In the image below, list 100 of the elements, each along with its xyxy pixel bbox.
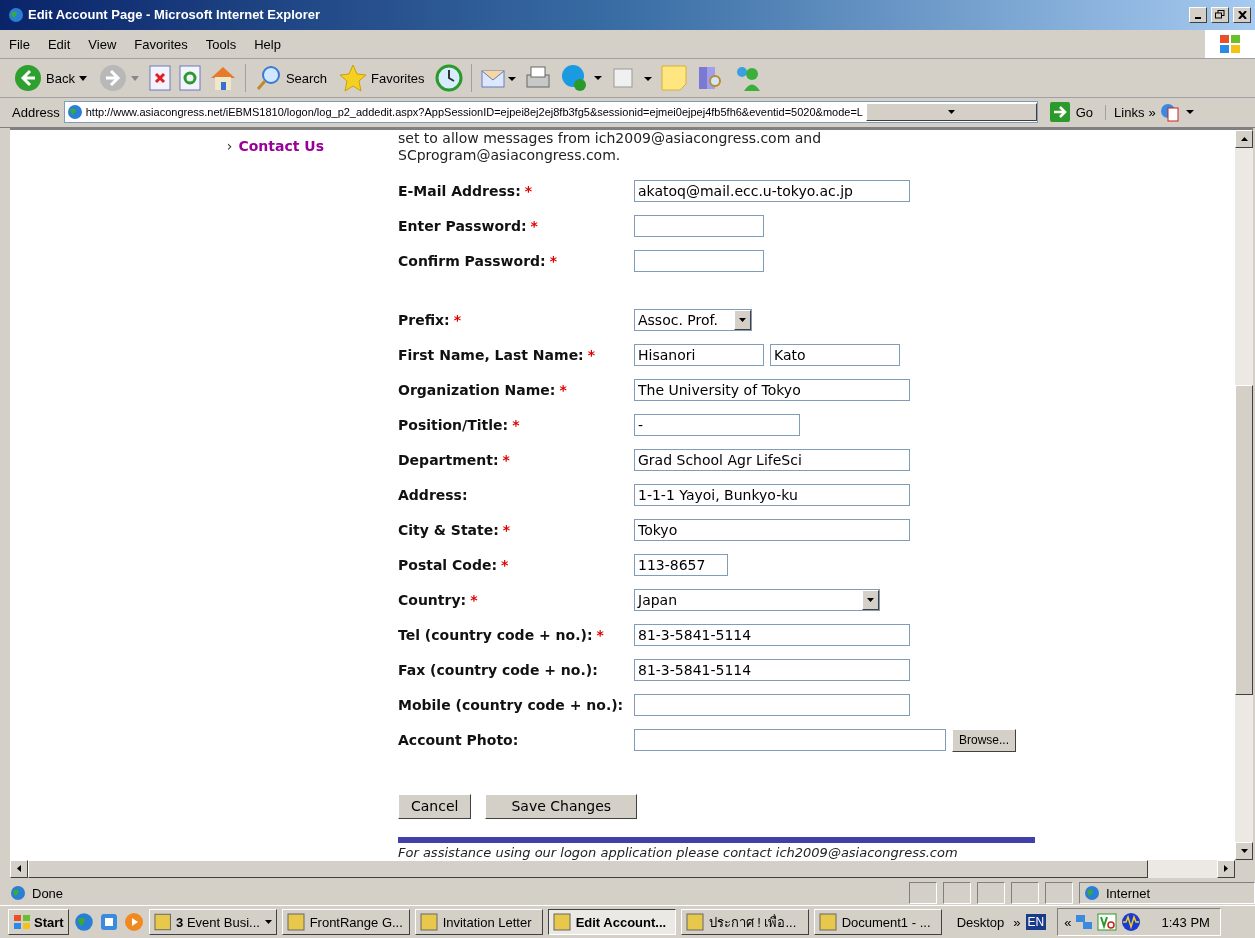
text-field[interactable]: 81-3-5841-5114: [634, 624, 910, 647]
menu-item[interactable]: Help: [245, 36, 290, 52]
text-field[interactable]: Tokyo: [634, 519, 910, 542]
field-label: Organization Name: *: [398, 382, 568, 399]
expand-tray-button[interactable]: «: [1064, 914, 1072, 930]
menu-item[interactable]: File: [0, 36, 39, 52]
text-field[interactable]: The University of Tokyo: [634, 379, 910, 402]
caret-icon: [130, 75, 139, 81]
history-icon[interactable]: [434, 64, 463, 93]
field-label: Department: *: [398, 452, 511, 469]
globe-icon: [1084, 885, 1100, 902]
field-label: City & State: *: [398, 522, 512, 539]
browser-icon: [73, 912, 94, 933]
dropdown-field[interactable]: Assoc. Prof.: [634, 309, 752, 332]
field-label: First Name, Last Name: *: [398, 347, 597, 364]
text-field[interactable]: [634, 694, 910, 717]
text-field[interactable]: -: [634, 414, 800, 437]
field-label: Address:: [398, 487, 469, 504]
search-button[interactable]: Search: [253, 63, 330, 94]
favorites-button[interactable]: Favorites: [337, 62, 427, 95]
window-title: Edit Account Page - Microsoft Internet Explorer: [28, 7, 322, 23]
network-icon[interactable]: [1075, 913, 1094, 932]
taskbar-button[interactable]: 3 Event Busi...: [148, 909, 277, 936]
app-icon[interactable]: [98, 912, 119, 933]
file-path-field[interactable]: [634, 729, 946, 752]
text-field[interactable]: Grad School Agr LifeSci: [634, 449, 910, 472]
right-arrow-icon[interactable]: [1224, 865, 1228, 873]
text-field[interactable]: 113-8657: [634, 554, 728, 577]
windows-logo-icon: [13, 914, 31, 931]
page-icon: [10, 885, 26, 902]
stop-icon[interactable]: [148, 65, 171, 92]
menu-item[interactable]: View: [79, 36, 126, 52]
start-button[interactable]: Start: [8, 909, 69, 936]
taskbar-button[interactable]: Document1 - ...: [813, 909, 942, 936]
help-text: For assistance using our logon application please contact ich2009@asiacongress.com: [398, 844, 959, 860]
restore-icon: [1215, 10, 1225, 20]
text-field[interactable]: 1-1-1 Yayoi, Bunkyo-ku: [634, 484, 910, 507]
menu-item[interactable]: Favorites: [125, 36, 197, 52]
zone-text: Internet: [1106, 886, 1151, 901]
status-panel: [943, 882, 971, 905]
media-player-icon[interactable]: [123, 912, 144, 933]
more-button[interactable]: »: [1013, 914, 1021, 930]
browse-button[interactable]: Browse...: [952, 728, 1016, 752]
text-field[interactable]: [634, 215, 764, 238]
menu-item[interactable]: Edit: [38, 36, 80, 52]
cancel-button[interactable]: Cancel: [398, 793, 472, 819]
field-label: Position/Title: *: [398, 417, 521, 434]
go-button[interactable]: Go: [1041, 102, 1102, 123]
menu-item[interactable]: Tools: [196, 36, 246, 52]
app-icon: [685, 913, 704, 932]
text-field[interactable]: 81-3-5841-5114: [634, 659, 910, 682]
audio-wave-icon[interactable]: [1121, 912, 1142, 933]
page-icon: [66, 104, 83, 121]
close-button[interactable]: [1233, 6, 1251, 23]
taskbar-button[interactable]: ประกาศ ! เพื่อ...: [680, 909, 809, 936]
contact-us-link[interactable]: Contact Us: [238, 137, 324, 860]
up-arrow-icon[interactable]: [1240, 136, 1248, 141]
search-icon: [255, 65, 282, 92]
app-icon: [153, 913, 172, 932]
taskbar-button[interactable]: Edit Account...: [547, 909, 676, 936]
taskbar-button[interactable]: FrontRange G...: [281, 909, 410, 936]
app-icon: [552, 913, 571, 932]
close-icon: [1237, 10, 1247, 19]
browser-icon: [8, 6, 24, 23]
minimize-button[interactable]: [1189, 6, 1207, 23]
save-changes-button[interactable]: Save Changes: [485, 793, 638, 819]
links-button[interactable]: Links: [1114, 104, 1145, 120]
vertical-scrollbar[interactable]: [1235, 129, 1253, 860]
desktop-toolbar-label[interactable]: Desktop: [946, 914, 1009, 930]
windows-logo-icon: [1205, 30, 1255, 58]
dropdown-field[interactable]: Japan: [634, 589, 880, 612]
status-panel: [909, 882, 937, 905]
caret-icon: [739, 318, 746, 323]
field-label: Prefix: *: [398, 312, 462, 329]
text-field[interactable]: [634, 250, 764, 273]
caret-icon: [947, 110, 955, 115]
refresh-icon[interactable]: [178, 65, 201, 92]
status-panel: [977, 882, 1005, 905]
text-field[interactable]: Kato: [770, 344, 900, 367]
minimize-icon: [1195, 16, 1201, 19]
left-arrow-icon[interactable]: [17, 865, 21, 873]
back-button[interactable]: Back: [12, 62, 89, 95]
down-arrow-icon[interactable]: [1240, 848, 1248, 853]
taskbar-button[interactable]: Invitation Letter: [414, 909, 543, 936]
field-label: Mobile (country code + no.):: [398, 697, 625, 714]
field-label: Account Photo:: [398, 732, 520, 749]
status-panel: [1045, 882, 1073, 905]
field-label: Postal Code: *: [398, 557, 510, 574]
status-text: Done: [32, 886, 65, 901]
address-field[interactable]: http://www.asiacongress.net/iEBMS1810/logon/log_p2_addedit.aspx?AppSessionID=ejpei8ej2ej8fb3fg5&sessionid=ejmei0ejpej4fb5fh6&eventid=5020&mode=L: [63, 101, 1038, 124]
star-icon: [339, 64, 368, 93]
text-field[interactable]: Hisanori: [634, 344, 764, 367]
app-icon: [419, 913, 438, 932]
address-label: Address: [12, 104, 60, 120]
language-indicator[interactable]: EN: [1025, 914, 1047, 931]
restore-button[interactable]: [1211, 6, 1229, 23]
text-field[interactable]: akatoq@mail.ecc.u-tokyo.ac.jp: [634, 180, 910, 203]
tray-app-icon[interactable]: [1097, 913, 1118, 932]
more-links-button[interactable]: »: [1148, 104, 1156, 120]
caret-icon: [78, 75, 87, 81]
